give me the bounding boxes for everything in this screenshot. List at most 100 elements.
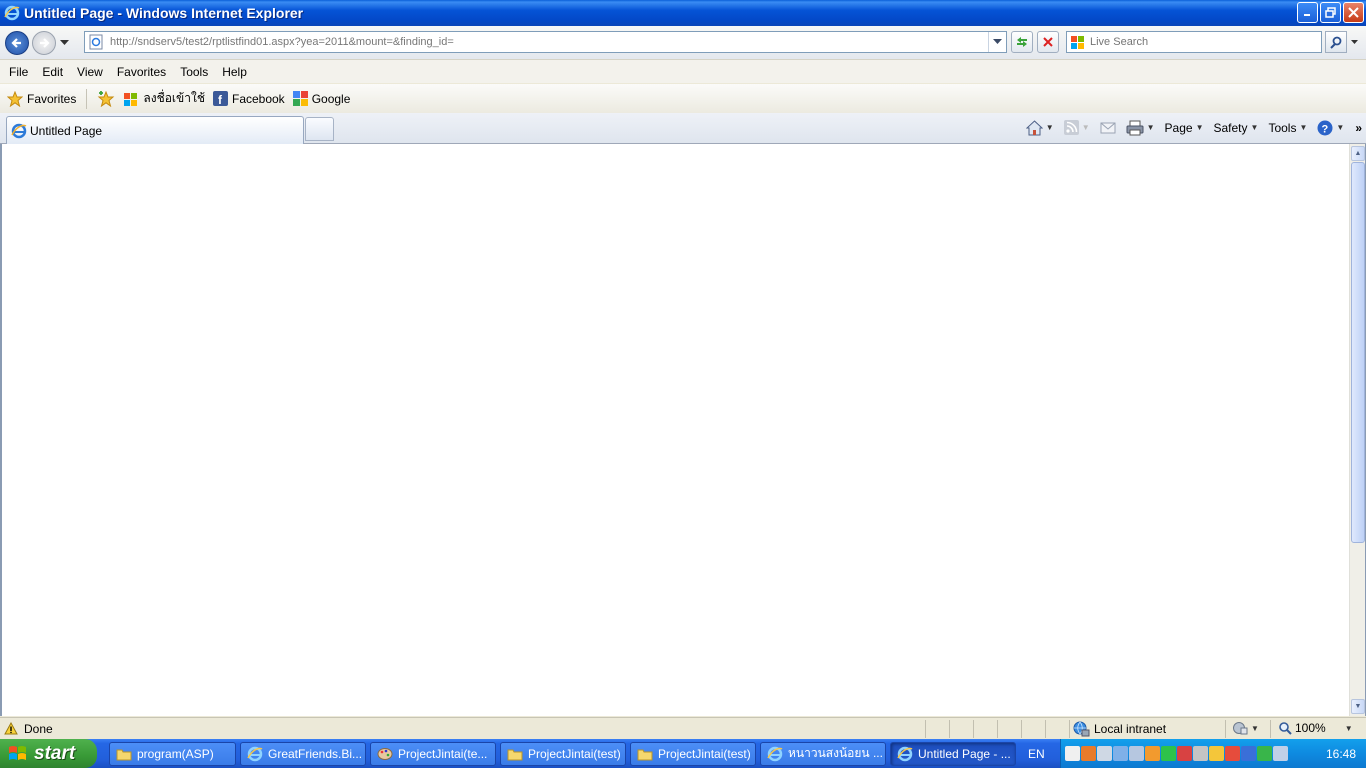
scrollbar-thumb[interactable] [1351, 162, 1365, 543]
favorites-bar: Favorites ลงชื่อเข้าใช้ f Facebook Googl… [0, 84, 1366, 113]
url-input[interactable] [110, 36, 990, 48]
favorites-divider [86, 88, 88, 109]
taskbar-item-program-asp[interactable]: program(ASP) [109, 741, 236, 766]
tools-menu-label: Tools [1268, 120, 1297, 135]
more-commands-icon[interactable]: » [1355, 121, 1362, 135]
rss-feed-icon [1063, 120, 1079, 135]
chevron-down-icon[interactable]: ▼ [1147, 123, 1155, 132]
ie-icon [4, 5, 20, 21]
tray-play-icon[interactable] [1161, 746, 1176, 761]
scroll-up-button[interactable]: ▲ [1351, 146, 1365, 161]
favorite-link-facebook[interactable]: f Facebook [209, 91, 289, 106]
tray-network-icon[interactable] [1065, 746, 1080, 761]
search-options-dropdown[interactable] [1348, 31, 1360, 53]
zoom-level: 100% [1295, 721, 1326, 735]
menu-view[interactable]: View [70, 65, 110, 79]
tray-app-icon[interactable] [1081, 746, 1096, 761]
zoom-button[interactable]: 100% ▼ [1278, 721, 1353, 735]
menu-file[interactable]: File [0, 65, 35, 79]
window-title: Untitled Page - Windows Internet Explore… [24, 5, 304, 21]
help-icon: ? [1317, 120, 1333, 135]
feeds-button[interactable]: ▼ [1059, 120, 1095, 135]
chevron-down-icon[interactable]: ▼ [1046, 123, 1054, 132]
chevron-down-icon: ▼ [1299, 123, 1308, 132]
taskbar-item-projectjintai-folder-2[interactable]: ProjectJintai(test) [630, 741, 756, 766]
chevron-down-icon: ▼ [1251, 723, 1259, 733]
tools-menu-button[interactable]: Tools ▼ [1263, 121, 1312, 135]
close-button[interactable] [1343, 2, 1364, 23]
home-icon [1025, 119, 1043, 135]
protected-mode-button[interactable]: ▼ [1232, 721, 1259, 735]
tab-untitled-page[interactable]: Untitled Page [6, 116, 304, 144]
title-bar[interactable]: Untitled Page - Windows Internet Explore… [0, 0, 1366, 26]
status-divider [997, 720, 998, 738]
add-to-favorites-bar-button[interactable] [93, 90, 119, 107]
chevron-down-icon[interactable]: ▼ [1082, 123, 1090, 132]
tray-monitor-icon[interactable] [1129, 746, 1144, 761]
favorite-link-google[interactable]: Google [289, 91, 355, 106]
menu-tools[interactable]: Tools [173, 65, 215, 79]
tray-messenger-icon[interactable] [1209, 746, 1224, 761]
read-mail-button[interactable] [1095, 122, 1121, 134]
menu-help[interactable]: Help [215, 65, 254, 79]
taskbar-item-projectjintai-folder-1[interactable]: ProjectJintai(test) [500, 741, 626, 766]
taskbar-item-greatfriends[interactable]: GreatFriends.Bi... [240, 741, 366, 766]
taskbar-item-projectjintai-paint[interactable]: ProjectJintai(te... [370, 741, 496, 766]
address-row [0, 26, 1366, 59]
page-icon [89, 34, 103, 50]
tray-alert-icon[interactable] [1257, 746, 1272, 761]
home-button[interactable]: ▼ [1021, 119, 1059, 136]
taskbar-item-untitled-page[interactable]: Untitled Page - ... [890, 741, 1016, 766]
search-input[interactable] [1090, 36, 1310, 48]
forward-button[interactable] [32, 30, 56, 55]
tray-safely-remove-icon[interactable] [1273, 746, 1288, 761]
protected-mode-icon [1233, 722, 1248, 735]
taskbar-item-thai-page[interactable]: หนาวนสงน้อยน ... [760, 741, 886, 766]
restore-button[interactable] [1320, 2, 1341, 23]
windows-live-icon [124, 92, 138, 106]
scroll-down-button[interactable]: ▼ [1351, 699, 1365, 714]
page-menu-button[interactable]: Page ▼ [1160, 121, 1209, 135]
refresh-button[interactable] [1011, 31, 1033, 53]
menu-favorites[interactable]: Favorites [110, 65, 173, 79]
paint-icon [377, 747, 393, 760]
taskbar-item-label: program(ASP) [137, 746, 214, 761]
language-indicator[interactable]: EN [1028, 747, 1056, 761]
taskbar: start program(ASP) GreatFriends.Bi... Pr… [0, 739, 1366, 768]
windows-live-icon [1071, 36, 1084, 49]
address-dropdown[interactable] [988, 32, 1006, 52]
favorite-link-signin[interactable]: ลงชื่อเข้าใช้ [119, 89, 209, 108]
security-zone[interactable]: Local intranet [1073, 721, 1166, 737]
minimize-button[interactable] [1297, 2, 1318, 23]
security-zone-label: Local intranet [1094, 722, 1167, 736]
tray-security-icon[interactable] [1177, 746, 1192, 761]
clock[interactable]: 16:48 [1326, 747, 1356, 761]
favorites-button[interactable]: Favorites [3, 90, 80, 107]
recent-pages-dropdown[interactable] [58, 37, 70, 49]
safety-menu-button[interactable]: Safety ▼ [1209, 121, 1264, 135]
vertical-scrollbar[interactable]: ▲ ▼ [1349, 144, 1365, 716]
tray-display-icon[interactable] [1113, 746, 1128, 761]
stop-button[interactable] [1037, 31, 1059, 53]
tray-chrome-icon[interactable] [1225, 746, 1240, 761]
search-icon [1329, 36, 1341, 49]
help-button[interactable]: ? ▼ [1312, 120, 1349, 136]
start-button[interactable]: start [0, 739, 97, 768]
address-bar[interactable] [84, 31, 1007, 53]
tray-office-icon[interactable] [1145, 746, 1160, 761]
status-divider [1021, 720, 1022, 738]
search-box[interactable] [1066, 31, 1322, 53]
status-divider [949, 720, 950, 738]
tray-search-icon[interactable] [1097, 746, 1112, 761]
print-button[interactable]: ▼ [1121, 120, 1160, 136]
status-divider [1270, 720, 1271, 738]
search-button[interactable] [1325, 31, 1347, 53]
tray-volume-icon[interactable] [1193, 746, 1208, 761]
tray-bluetooth-icon[interactable] [1241, 746, 1256, 761]
back-button[interactable] [5, 30, 29, 55]
new-tab-button[interactable] [305, 117, 334, 141]
page-content[interactable]: ▲ ▼ [0, 144, 1366, 716]
status-divider [1225, 720, 1226, 738]
printer-icon [1126, 120, 1144, 135]
menu-edit[interactable]: Edit [35, 65, 70, 79]
